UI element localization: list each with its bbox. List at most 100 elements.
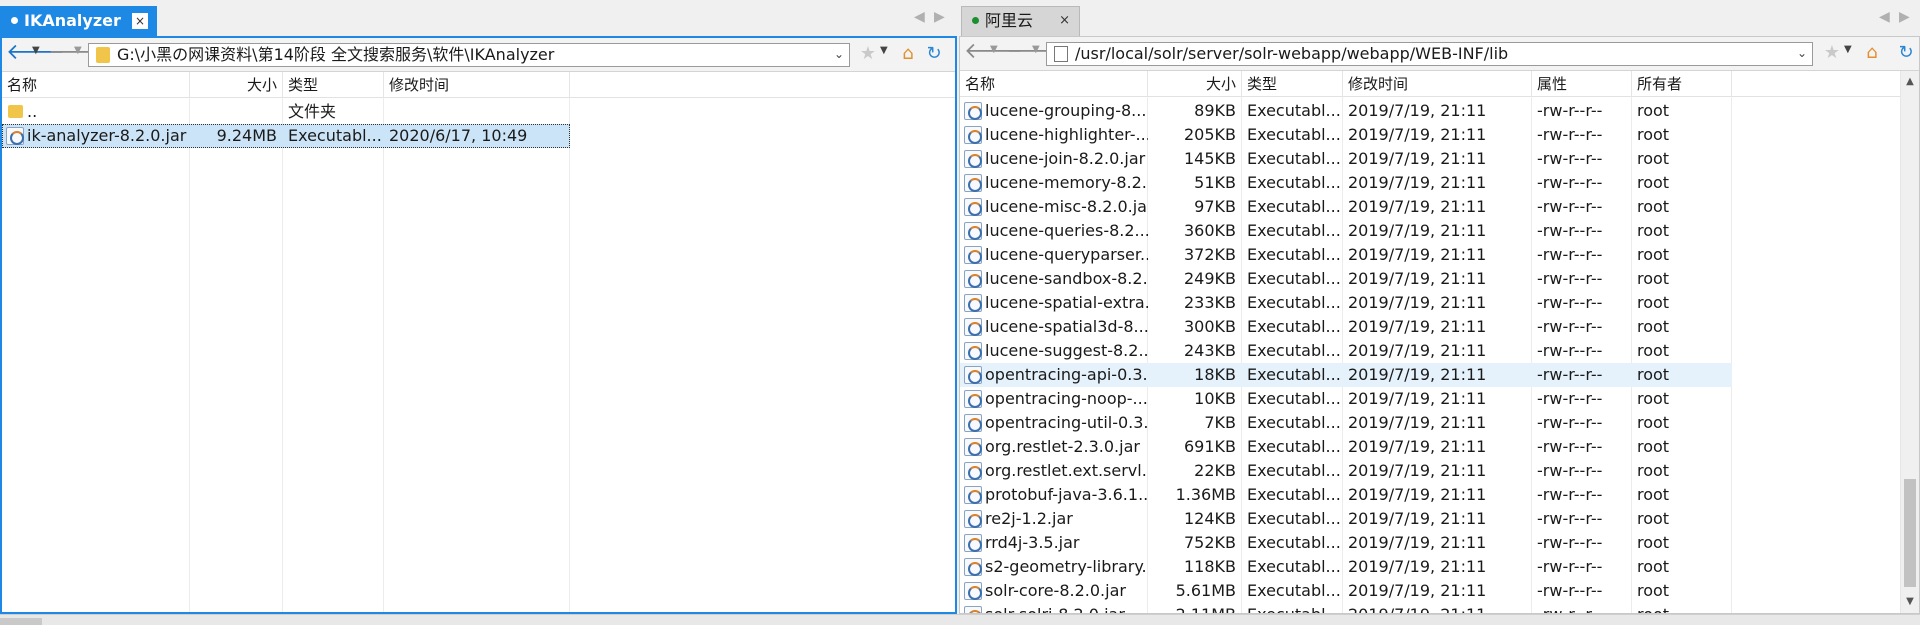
file-modified: 2019/7/19, 21:11 [1348, 461, 1487, 480]
column-header-type[interactable]: 类型 [283, 72, 384, 98]
file-row[interactable]: ik-analyzer-8.2.0.jar 9.24MB Executabl... 2… [2, 124, 570, 148]
file-row[interactable]: opentracing-api-0.3.... 18KB Executabl... 2… [960, 363, 1732, 387]
remote-vertical-scrollbar[interactable]: ▲ ▼ [1900, 71, 1919, 613]
scroll-up-icon[interactable]: ▲ [1901, 73, 1919, 91]
file-row[interactable]: lucene-spatial3d-8.... 300KB Executabl... 2… [960, 315, 1732, 339]
file-row[interactable]: solr-core-8.2.0.jar 5.61MB Executabl... 201… [960, 579, 1732, 603]
file-type: Executabl... [1247, 221, 1341, 240]
file-row[interactable]: lucene-queryparser... 372KB Executabl... 20… [960, 243, 1732, 267]
scroll-down-icon[interactable]: ▼ [1901, 593, 1919, 611]
file-type: Executabl... [1247, 101, 1341, 120]
column-header-permissions[interactable]: 属性 [1532, 71, 1632, 97]
forward-history-dropdown-icon[interactable]: ▼ [1032, 44, 1040, 55]
file-name: lucene-highlighter-... [985, 125, 1148, 144]
file-row[interactable]: lucene-sandbox-8.2.... 249KB Executabl... 2… [960, 267, 1732, 291]
file-name: re2j-1.2.jar [985, 509, 1073, 528]
remote-tab-strip: 阿里云 × ◀ ▶ [959, 0, 1920, 36]
column-header-type[interactable]: 类型 [1242, 71, 1343, 97]
file-modified: 2019/7/19, 21:11 [1348, 197, 1487, 216]
back-history-dropdown-icon[interactable]: ▼ [32, 45, 40, 56]
file-row[interactable]: lucene-memory-8.2.... 51KB Executabl... 201… [960, 171, 1732, 195]
remote-file-list[interactable]: 名称 ^ 大小 类型 修改时间 属性 所有者 lucene-grouping-8… [960, 71, 1919, 613]
file-owner: root [1637, 293, 1670, 312]
file-modified: 2019/7/19, 21:11 [1348, 173, 1487, 192]
file-permissions: -rw-r--r-- [1537, 197, 1603, 216]
file-row[interactable]: lucene-spatial-extra... 233KB Executabl...… [960, 291, 1732, 315]
file-size: 360KB [1183, 221, 1236, 240]
file-type: Executabl... [1247, 293, 1341, 312]
column-header-owner[interactable]: 所有者 [1632, 71, 1732, 97]
column-header-row: 名称 ^ 大小 类型 修改时间 属性 所有者 [960, 71, 1900, 97]
home-folder-icon[interactable]: ⌂ [1862, 43, 1882, 63]
bookmark-dropdown-icon[interactable]: ▼ [880, 45, 888, 56]
file-size: 5.61MB [1175, 581, 1236, 600]
column-header-size[interactable]: 大小 [1148, 71, 1242, 97]
home-folder-icon[interactable]: ⌂ [898, 44, 918, 64]
close-icon[interactable]: × [1059, 7, 1070, 35]
file-row[interactable]: s2-geometry-library... 118KB Executabl... 2… [960, 555, 1732, 579]
file-owner: root [1637, 245, 1670, 264]
file-size: 691KB [1183, 437, 1236, 456]
file-name: lucene-spatial3d-8.... [985, 317, 1148, 336]
chevron-down-icon[interactable]: ⌄ [834, 47, 844, 61]
file-type: Executabl... [1247, 557, 1341, 576]
file-permissions: -rw-r--r-- [1537, 173, 1603, 192]
file-modified: 2019/7/19, 21:11 [1348, 125, 1487, 144]
back-history-dropdown-icon[interactable]: ▼ [990, 44, 998, 55]
file-row[interactable]: lucene-join-8.2.0.jar 145KB Executabl... 20… [960, 147, 1732, 171]
file-row[interactable]: re2j-1.2.jar 124KB Executabl... 2019/7/19, … [960, 507, 1732, 531]
column-header-size[interactable]: 大小 [190, 72, 283, 98]
file-name: lucene-sandbox-8.2.... [985, 269, 1148, 288]
tab-scroll-left-icon[interactable]: ◀ [1879, 9, 1890, 25]
file-type: Executabl... [1247, 245, 1341, 264]
file-row[interactable]: solr-solrj-8.2.0.jar2.11MBExecutabl...20… [960, 603, 1732, 613]
file-name: lucene-memory-8.2.... [985, 173, 1148, 192]
file-modified: 2019/7/19, 21:11 [1348, 245, 1487, 264]
scrollbar-thumb[interactable] [0, 618, 42, 625]
file-row[interactable]: org.restlet.ext.servl... 22KB Executabl...… [960, 459, 1732, 483]
file-name: protobuf-java-3.6.1.... [985, 485, 1148, 504]
column-header-modified[interactable]: 修改时间 [1343, 71, 1532, 97]
file-modified [384, 100, 570, 124]
bookmark-star-icon[interactable]: ★ [858, 44, 878, 64]
bookmark-dropdown-icon[interactable]: ▼ [1844, 44, 1852, 55]
refresh-icon[interactable]: ↻ [1896, 43, 1916, 63]
local-path-input[interactable]: G:\小黑の网课资料\第14阶段 全文搜索服务\软件\IKAnalyzer ⌄ [88, 43, 850, 67]
file-permissions: -rw-r--r-- [1537, 413, 1603, 432]
tab-scroll-right-icon[interactable]: ▶ [934, 9, 945, 25]
file-size: 205KB [1183, 125, 1236, 144]
file-permissions: -rw-r--r-- [1537, 293, 1603, 312]
tab-ikanalyzer[interactable]: IKAnalyzer × [0, 6, 157, 36]
file-row[interactable]: opentracing-noop-... 10KB Executabl... 2019… [960, 387, 1732, 411]
column-header-modified[interactable]: 修改时间 [384, 72, 570, 98]
file-row[interactable]: org.restlet-2.3.0.jar 691KB Executabl... 20… [960, 435, 1732, 459]
close-icon[interactable]: × [132, 13, 148, 29]
file-type: 文件夹 [288, 102, 337, 121]
refresh-icon[interactable]: ↻ [924, 44, 944, 64]
forward-history-dropdown-icon[interactable]: ▼ [74, 45, 82, 56]
horizontal-scrollbar[interactable] [0, 614, 1920, 625]
tab-aliyun[interactable]: 阿里云 × [961, 6, 1080, 36]
file-size: 300KB [1183, 317, 1236, 336]
file-row[interactable]: rrd4j-3.5.jar 752KB Executabl... 2019/7/19,… [960, 531, 1732, 555]
file-row[interactable]: .. 文件夹 [2, 100, 955, 124]
file-type: Executabl... [1247, 581, 1341, 600]
local-file-list[interactable]: 名称 ^ 大小 类型 修改时间 .. 文件夹 ik-analyzer-8.2.0.j… [2, 72, 955, 612]
file-row[interactable]: lucene-suggest-8.2.... 243KB Executabl... 2… [960, 339, 1732, 363]
chevron-down-icon[interactable]: ⌄ [1797, 46, 1807, 60]
remote-path-input[interactable]: /usr/local/solr/server/solr-webapp/webap… [1046, 42, 1813, 66]
file-row[interactable]: lucene-misc-8.2.0.jar 97KB Executabl... 201… [960, 195, 1732, 219]
scrollbar-thumb[interactable] [1904, 479, 1916, 587]
file-owner: root [1637, 413, 1670, 432]
file-row[interactable]: lucene-highlighter-... 205KB Executabl... 2… [960, 123, 1732, 147]
tab-scroll-right-icon[interactable]: ▶ [1899, 9, 1910, 25]
file-row[interactable]: lucene-grouping-8.... 89KB Executabl... 201… [960, 99, 1732, 123]
file-modified: 2019/7/19, 21:11 [1348, 365, 1487, 384]
file-row[interactable]: protobuf-java-3.6.1.... 1.36MB Executabl..… [960, 483, 1732, 507]
bookmark-star-icon[interactable]: ★ [1822, 43, 1842, 63]
file-name: org.restlet-2.3.0.jar [985, 437, 1140, 456]
file-permissions: -rw-r--r-- [1537, 485, 1603, 504]
file-row[interactable]: lucene-queries-8.2.... 360KB Executabl... 2… [960, 219, 1732, 243]
file-row[interactable]: opentracing-util-0.3.... 7KB Executabl... 2… [960, 411, 1732, 435]
tab-scroll-left-icon[interactable]: ◀ [914, 9, 925, 25]
